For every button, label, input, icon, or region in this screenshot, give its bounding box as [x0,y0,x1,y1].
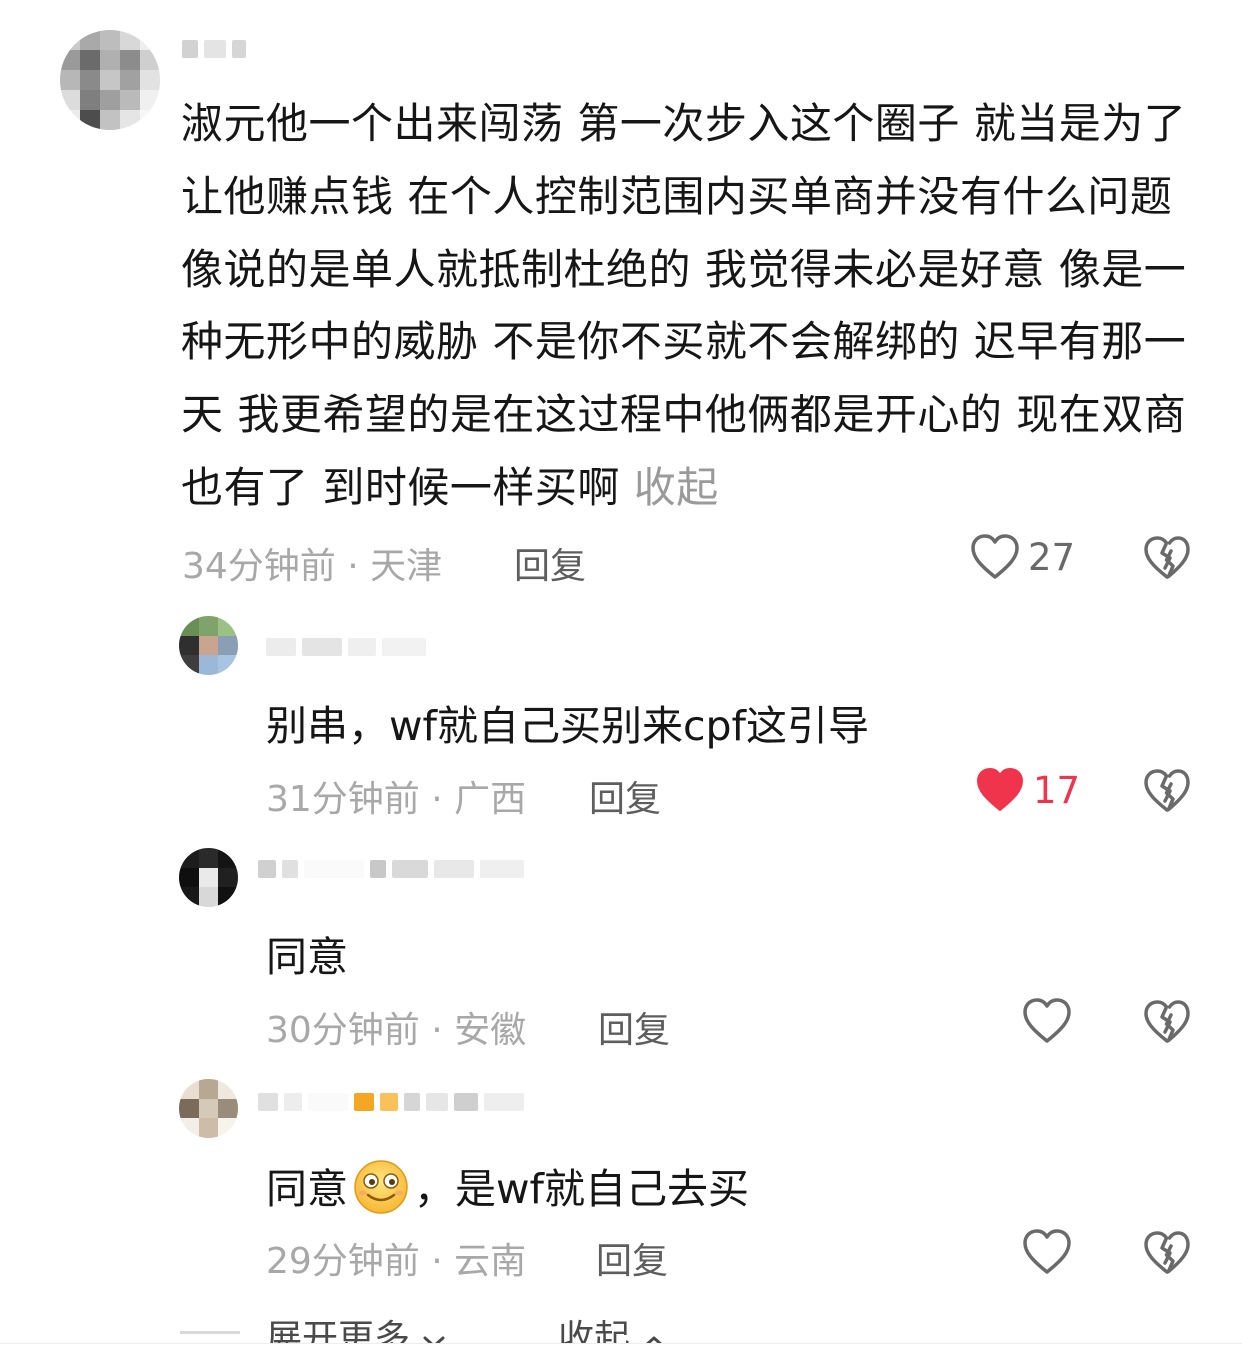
comment-text-part: 同意 [266,1165,348,1213]
comment-text-part: ，是wf就自己去买 [414,1165,749,1213]
comment-meta: 29分钟前 · 云南 [266,1241,527,1282]
like-count: 27 [1028,535,1076,579]
broken-heart-icon [1144,536,1190,579]
comment-meta: 34分钟前 · 天津 [182,546,443,587]
dislike-button[interactable] [1143,768,1191,818]
reply-button[interactable]: 回复 [514,537,586,589]
avatar[interactable] [179,848,238,907]
reply-button[interactable]: 回复 [589,770,661,822]
username[interactable] [182,38,252,60]
comment-meta: 31分钟前 · 广西 [266,779,527,820]
comment-text: 淑元他一个出来闯荡 第一次步入这个圈子 就当是为了让他赚点钱 在个人控制范围内买… [181,88,1201,525]
reply-button[interactable]: 回复 [596,1232,668,1284]
heart-outline-icon [971,534,1019,579]
bottom-cutoff [0,1343,1242,1359]
collapse-text-button[interactable]: 收起 [634,463,719,512]
dislike-button[interactable] [1143,535,1191,585]
heart-filled-icon [977,768,1023,811]
like-button[interactable]: 17 [975,766,1080,814]
heart-outline-icon [1023,998,1071,1043]
comment-text: 同意 [266,933,348,981]
broken-heart-icon [1144,1231,1190,1274]
avatar[interactable] [179,1079,238,1138]
smiling-emoji-icon [354,1160,408,1214]
username[interactable] [258,858,530,880]
broken-heart-icon [1144,769,1190,812]
like-button[interactable] [1022,997,1072,1045]
comment-meta: 30分钟前 · 安徽 [266,1010,527,1051]
comment-text: 同意 ，是wf就自己去买 [266,1155,749,1215]
username[interactable] [266,636,432,658]
username[interactable] [258,1091,530,1113]
comment-text: 别串，wf就自己买别来cpf这引导 [266,702,869,750]
like-count: 17 [1033,768,1081,812]
comment-body: 淑元他一个出来闯荡 第一次步入这个圈子 就当是为了让他赚点钱 在个人控制范围内买… [181,99,1187,512]
dislike-button[interactable] [1143,1230,1191,1280]
divider [180,1331,240,1334]
avatar[interactable] [60,30,160,130]
broken-heart-icon [1144,1000,1190,1043]
like-button[interactable]: 27 [970,533,1075,581]
dislike-button[interactable] [1143,999,1191,1049]
reply-button[interactable]: 回复 [598,1001,670,1053]
like-button[interactable] [1022,1228,1072,1276]
heart-outline-icon [1023,1229,1071,1274]
avatar[interactable] [179,616,238,675]
